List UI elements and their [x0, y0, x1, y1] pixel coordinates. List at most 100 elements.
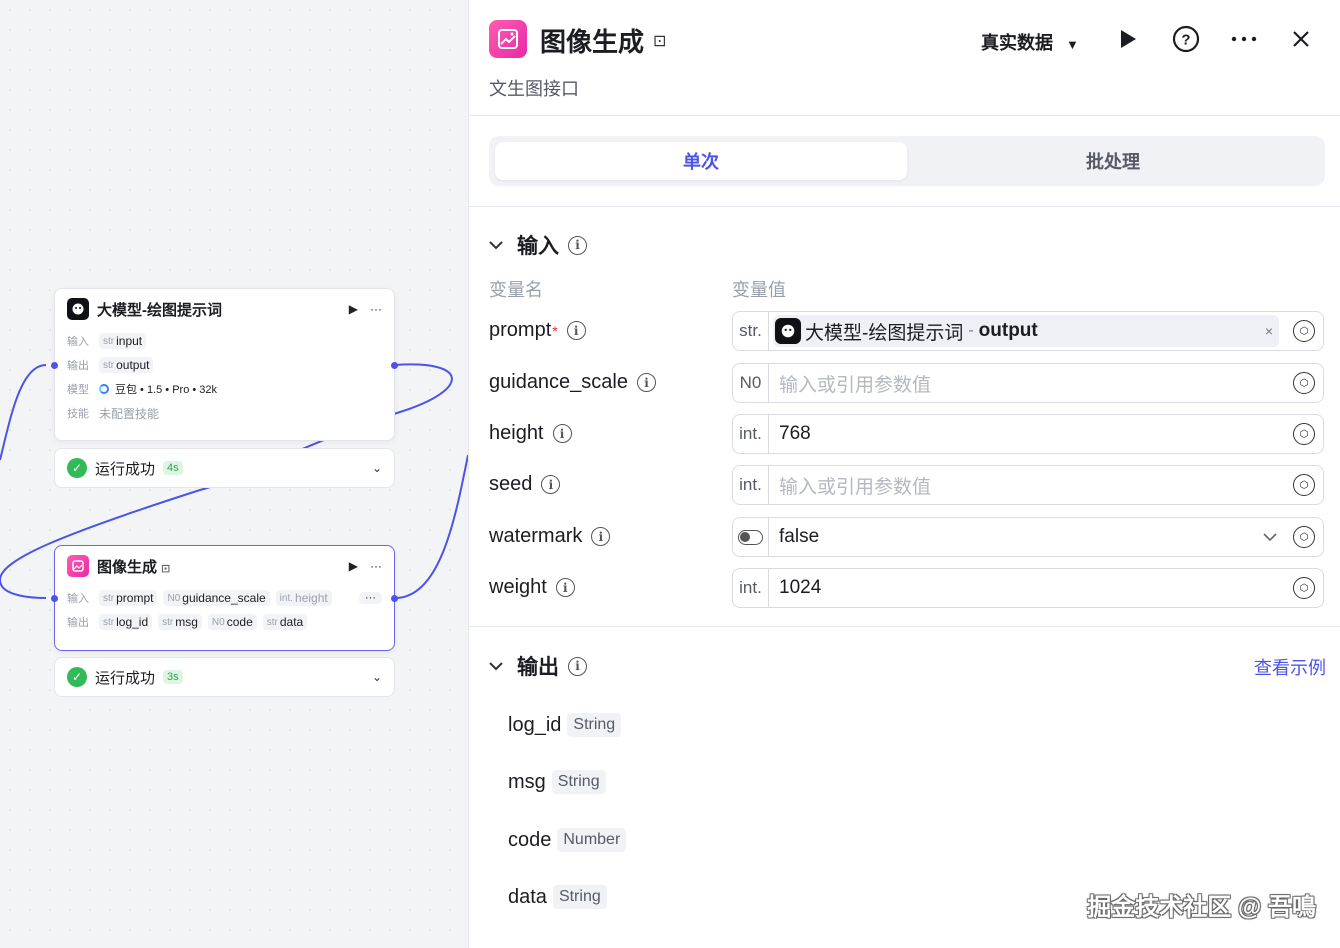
- play-icon[interactable]: ▶: [349, 559, 358, 573]
- node1-in-port[interactable]: [51, 362, 58, 369]
- node2-run-status[interactable]: ✓ 运行成功 3s ⌄: [54, 657, 395, 697]
- col-header-name: 变量名: [489, 280, 543, 300]
- output-name: code: [508, 828, 552, 851]
- info-icon[interactable]: i: [637, 373, 656, 392]
- node2-in-port[interactable]: [51, 595, 58, 602]
- more-button[interactable]: [1229, 24, 1259, 54]
- node1-out-port[interactable]: [391, 362, 398, 369]
- chevron-down-icon[interactable]: ⌄: [372, 461, 382, 475]
- info-icon[interactable]: i: [591, 527, 611, 546]
- tab-batch[interactable]: 批处理: [907, 142, 1319, 180]
- divider: [469, 206, 1340, 207]
- node-llm-prompt[interactable]: 大模型-绘图提示词 ▶ ··· 输入 str input 输出 str output…: [54, 288, 395, 441]
- toggle-icon[interactable]: [733, 518, 769, 556]
- help-button[interactable]: ?: [1171, 24, 1201, 54]
- data-mode-dropdown[interactable]: 真实数据 ▼: [981, 29, 1079, 55]
- chevron-down-icon[interactable]: [489, 237, 503, 253]
- param-name: prompt * i: [489, 319, 586, 342]
- view-example-link[interactable]: 查看示例: [1254, 654, 1326, 680]
- panel-title: 图像生成: [540, 27, 645, 57]
- more-inputs-button[interactable]: ···: [359, 592, 382, 604]
- panel-header: 图像生成 ⊡ 文生图接口 真实数据 ▼ ?: [469, 0, 1340, 116]
- param-label: watermark: [489, 525, 583, 547]
- node2-out-port[interactable]: [391, 595, 398, 602]
- variable-select-icon[interactable]: ⬡: [1293, 526, 1315, 548]
- type-label: N0: [167, 592, 181, 604]
- input-section-header[interactable]: 输入 i: [489, 230, 587, 260]
- edge-start-to-node1: [0, 364, 47, 461]
- tab-single[interactable]: 单次: [495, 142, 907, 180]
- param-value-prompt[interactable]: str. 大模型-绘图提示词 - output × ⬡: [732, 311, 1324, 351]
- variable-select-icon[interactable]: ⬡: [1293, 577, 1315, 599]
- weight-input[interactable]: 1024: [769, 577, 1287, 599]
- param-value-seed[interactable]: int. 输入或引用参数值 ⬡: [732, 465, 1324, 505]
- info-icon[interactable]: i: [555, 578, 575, 597]
- seed-input[interactable]: 输入或引用参数值: [769, 472, 1287, 499]
- param-value-height[interactable]: int. 768 ⬡: [732, 414, 1324, 454]
- input-section-title: 输入: [517, 235, 559, 258]
- variable-select-icon[interactable]: ⬡: [1293, 320, 1315, 342]
- chevron-down-icon[interactable]: [489, 658, 503, 674]
- more-icon[interactable]: ···: [370, 559, 382, 573]
- info-icon[interactable]: i: [541, 475, 561, 494]
- more-icon[interactable]: ···: [370, 302, 382, 316]
- output-tag: N0 code: [207, 614, 257, 630]
- param-row-weight: weight i int. 1024 ⬡: [489, 568, 1325, 609]
- required-mark: *: [552, 322, 558, 339]
- height-input[interactable]: 768: [769, 423, 1287, 445]
- data-mode-label: 真实数据: [981, 33, 1053, 53]
- chevron-down-icon[interactable]: [1263, 530, 1277, 545]
- param-label: weight: [489, 576, 547, 598]
- var-name: height: [295, 591, 328, 605]
- ref-separator: -: [968, 322, 974, 339]
- var-name: prompt: [116, 591, 154, 605]
- output-section-header[interactable]: 输出 i: [489, 651, 587, 681]
- info-icon[interactable]: i: [568, 656, 587, 676]
- node2-input-row: 输入 str prompt N0 guidance_scale int. height…: [55, 586, 394, 610]
- info-icon[interactable]: i: [552, 424, 572, 443]
- node1-output-row: 输出 str output: [55, 353, 394, 377]
- var-name: code: [226, 615, 253, 629]
- play-icon[interactable]: ▶: [349, 302, 358, 316]
- success-check-icon: ✓: [67, 667, 87, 687]
- node1-title: 大模型-绘图提示词: [97, 301, 222, 319]
- var-name: guidance_scale: [182, 591, 266, 605]
- run-button[interactable]: [1113, 24, 1143, 54]
- caret-down-icon: ▼: [1066, 37, 1079, 52]
- var-name: log_id: [116, 615, 149, 629]
- variable-select-icon[interactable]: ⬡: [1293, 474, 1315, 496]
- variable-select-icon[interactable]: ⬡: [1293, 423, 1315, 445]
- workflow-canvas[interactable]: 大模型-绘图提示词 ▶ ··· 输入 str input 输出 str output…: [0, 0, 468, 948]
- type-label: str: [266, 616, 278, 628]
- param-value-watermark[interactable]: false ⬡: [732, 517, 1324, 557]
- output-name: msg: [508, 770, 546, 793]
- param-label: height: [489, 422, 544, 444]
- input-label: 输入: [67, 593, 89, 605]
- type-int-icon: int.: [733, 569, 769, 607]
- info-icon[interactable]: i: [566, 321, 586, 340]
- node1-run-status[interactable]: ✓ 运行成功 4s ⌄: [54, 448, 395, 488]
- param-value-guidance-scale[interactable]: N0 输入或引用参数值 ⬡: [732, 363, 1324, 403]
- output-type-badge: String: [567, 713, 622, 737]
- node1-model-row: 模型 豆包 • 1.5 • Pro • 32k: [55, 377, 394, 401]
- var-name: msg: [175, 615, 198, 629]
- param-row-seed: seed i int. 输入或引用参数值 ⬡: [489, 465, 1325, 506]
- watermark-select[interactable]: false: [769, 526, 1287, 548]
- type-int-icon: int.: [733, 415, 769, 453]
- variable-select-icon[interactable]: ⬡: [1293, 372, 1315, 394]
- guidance-scale-input[interactable]: 输入或引用参数值: [769, 370, 1287, 397]
- success-check-icon: ✓: [67, 458, 87, 478]
- remove-ref-button[interactable]: ×: [1265, 323, 1273, 339]
- watermark-value: false: [779, 526, 820, 547]
- node-image-gen[interactable]: 图像生成 ⊡ ▶ ··· 输入 str prompt N0 guidance_scal…: [54, 545, 395, 651]
- output-tag: str log_id: [99, 614, 153, 630]
- info-icon[interactable]: i: [568, 235, 587, 255]
- variable-reference[interactable]: 大模型-绘图提示词 - output ×: [773, 315, 1279, 347]
- chevron-down-icon[interactable]: ⌄: [372, 670, 382, 684]
- plugin-icon[interactable]: ⊡: [653, 31, 666, 51]
- toggle-switch: [738, 529, 763, 545]
- panel-subtitle: 文生图接口: [489, 79, 579, 99]
- close-button[interactable]: [1286, 24, 1316, 54]
- node-test-panel: 图像生成 ⊡ 文生图接口 真实数据 ▼ ? 单次 批处理 输入 i 变量名 变量…: [468, 0, 1340, 948]
- param-value-weight[interactable]: int. 1024 ⬡: [732, 568, 1324, 608]
